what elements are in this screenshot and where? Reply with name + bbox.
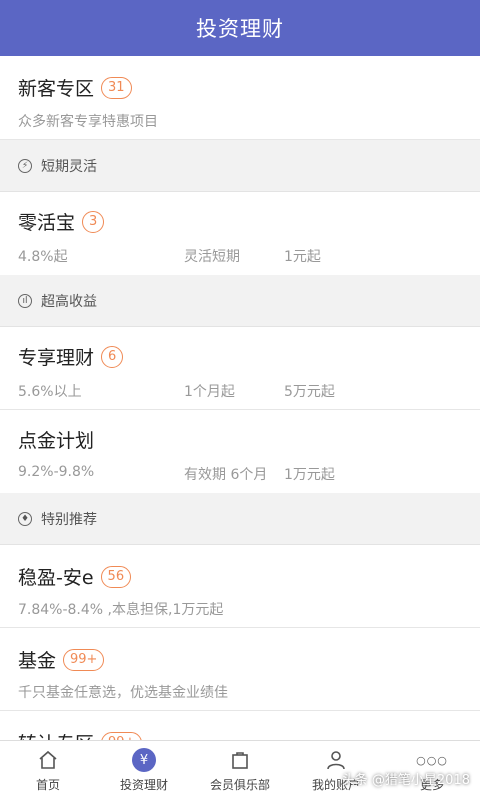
product-title: 基金	[18, 650, 57, 672]
section-label: 超高收益	[41, 293, 97, 310]
product-title: 点金计划	[18, 430, 95, 452]
money-bag-icon: ¥	[132, 748, 156, 772]
new-customer-subtitle: 众多新客专享特惠项目	[18, 114, 158, 130]
section-short-term: ⚡ 短期灵活	[0, 140, 480, 192]
product-badge: 6	[101, 345, 124, 368]
product-min: 1元起	[284, 249, 321, 265]
product-term: 1个月起	[184, 384, 235, 400]
tab-invest[interactable]: ¥ 投资理财	[96, 741, 192, 800]
product-rate: 4.8%起	[18, 249, 68, 265]
product-badge: 99+	[63, 648, 105, 671]
home-icon	[36, 748, 60, 772]
chart-icon: ıl	[18, 293, 32, 308]
product-title: 零活宝	[18, 212, 76, 234]
section-label: 特别推荐	[41, 511, 97, 528]
watermark: 头条 @猎笔小星2018	[341, 773, 470, 788]
flame-icon: ♦	[18, 511, 32, 526]
product-subtitle: 千只基金任意选，优选基金业绩佳	[18, 685, 228, 701]
shopping-bag-icon	[228, 748, 252, 772]
new-customer-title: 新客专区	[18, 78, 95, 100]
product-dianjin[interactable]: 点金计划 9.2%-9.8% 有效期 6个月 1万元起	[0, 410, 480, 493]
app-header: 投资理财	[0, 0, 480, 56]
product-title: 专享理财	[18, 347, 95, 369]
new-customer-badge: 31	[101, 76, 132, 99]
new-customer-zone[interactable]: 新客专区 31 众多新客专享特惠项目	[0, 56, 480, 140]
product-fund[interactable]: 基金 99+ 千只基金任意选，优选基金业绩佳	[0, 628, 480, 711]
product-badge: 56	[100, 565, 132, 588]
section-label: 短期灵活	[41, 158, 97, 175]
product-zhuanxiang[interactable]: 专享理财 6 5.6%以上 1个月起 5万元起	[0, 327, 480, 410]
product-title: 稳盈-安e	[18, 567, 94, 589]
tab-label: 首页	[35, 778, 60, 792]
product-min: 1万元起	[284, 467, 335, 483]
page-title: 投资理财	[196, 17, 284, 41]
product-wenying[interactable]: 稳盈-安e 56 7.84%-8.4% ,本息担保,1万元起	[0, 545, 480, 628]
product-term: 有效期 6个月	[184, 467, 268, 483]
tab-home[interactable]: 首页	[0, 741, 96, 800]
product-rate: 9.2%-9.8%	[18, 464, 95, 480]
product-badge: 3	[82, 210, 105, 233]
tab-label: 投资理财	[119, 778, 168, 792]
product-term: 灵活短期	[184, 249, 240, 265]
product-subtitle: 7.84%-8.4% ,本息担保,1万元起	[18, 602, 224, 618]
product-min: 5万元起	[284, 384, 335, 400]
section-high-yield: ıl 超高收益	[0, 275, 480, 327]
tab-label: 会员俱乐部	[209, 778, 270, 792]
product-rate: 5.6%以上	[18, 384, 82, 400]
lightning-icon: ⚡	[18, 158, 32, 173]
product-linghuobao[interactable]: 零活宝 3 4.8%起 灵活短期 1元起	[0, 192, 480, 275]
tab-member-club[interactable]: 会员俱乐部	[192, 741, 288, 800]
section-special: ♦ 特别推荐	[0, 493, 480, 545]
